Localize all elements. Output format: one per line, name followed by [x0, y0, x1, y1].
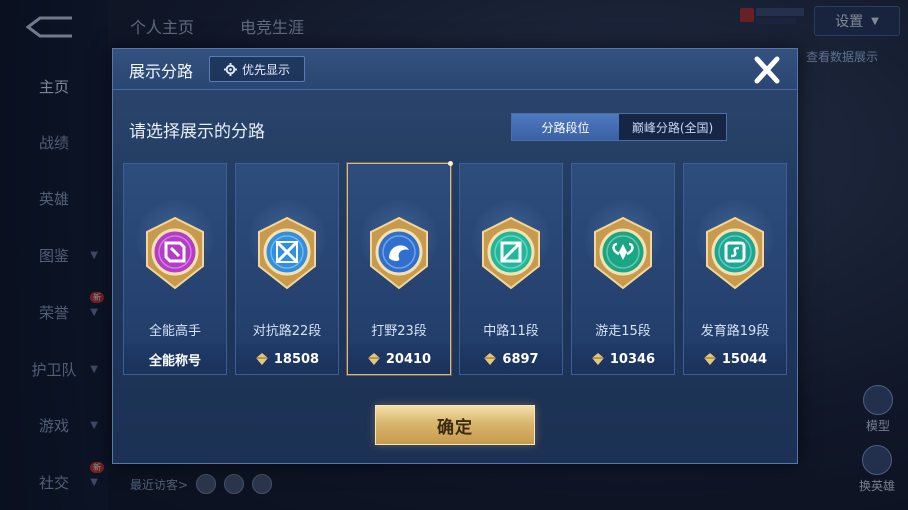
lane-mode-toggle: 分路段位 巅峰分路(全国) — [511, 113, 727, 141]
rank-points-icon — [484, 353, 497, 365]
lane-card-score: 10346 — [572, 344, 674, 374]
dialog-title: 展示分路 — [129, 62, 194, 81]
rank-points-icon — [703, 353, 716, 365]
gear-icon — [223, 62, 237, 76]
dialog-subtitle: 请选择展示的分路 — [129, 122, 265, 142]
rank-points-icon — [591, 353, 604, 365]
lane-card-value: 6897 — [502, 351, 539, 367]
all-round-emblem-icon — [146, 216, 204, 290]
rank-points-icon — [255, 353, 268, 365]
lane-card-score: 全能称号 — [124, 344, 226, 374]
lane-card[interactable]: 打野23段 20410 — [347, 161, 453, 375]
display-lane-dialog: 展示分路 优先显示 请选择展示的分路 分路段位 巅峰分路(全国) 全能高手全能称… — [112, 48, 798, 464]
lane-card-label: 全能高手 — [148, 324, 201, 339]
clash-lane-emblem-icon — [258, 216, 316, 290]
tab-peak-lane[interactable]: 巅峰分路(全国) — [619, 114, 726, 140]
lane-card[interactable]: 中路11段 6897 — [459, 163, 563, 375]
lane-card[interactable]: 发育路19段 15044 — [683, 163, 787, 375]
lane-card-label: 对抗路22段 — [252, 324, 322, 339]
lane-card[interactable]: 游走15段 10346 — [571, 163, 675, 375]
lane-card-value: 18508 — [273, 351, 320, 367]
lane-card-score: 18508 — [236, 344, 338, 374]
lane-card-score: 15044 — [684, 344, 786, 374]
confirm-button[interactable]: 确定 — [375, 405, 535, 445]
lane-card-value: 15044 — [721, 351, 768, 367]
lane-card-score: 6897 — [460, 344, 562, 374]
lane-card-value: 20410 — [385, 351, 432, 367]
lane-card-value: 10346 — [609, 351, 656, 367]
priority-label: 优先显示 — [241, 62, 290, 77]
roam-emblem-icon — [594, 216, 652, 290]
lane-card-score: 20410 — [348, 344, 450, 374]
priority-display-button[interactable]: 优先显示 — [209, 56, 305, 82]
rank-points-icon — [367, 353, 380, 365]
close-icon[interactable] — [749, 53, 785, 87]
jungle-emblem-icon — [370, 216, 428, 290]
lane-card-label: 中路11段 — [483, 324, 539, 339]
mid-lane-emblem-icon — [482, 216, 540, 290]
lane-card-label: 游走15段 — [595, 324, 651, 339]
lane-card-value: 全能称号 — [148, 353, 201, 369]
farm-lane-emblem-icon — [706, 216, 764, 290]
lane-card[interactable]: 对抗路22段 18508 — [235, 163, 339, 375]
selection-marker — [448, 161, 453, 166]
lane-card-label: 发育路19段 — [700, 324, 770, 339]
tab-lane-rank[interactable]: 分路段位 — [512, 114, 619, 140]
lane-card[interactable]: 全能高手 全能称号 — [123, 163, 227, 375]
dialog-header: 展示分路 优先显示 — [113, 49, 797, 90]
lane-card-label: 打野23段 — [371, 324, 427, 339]
